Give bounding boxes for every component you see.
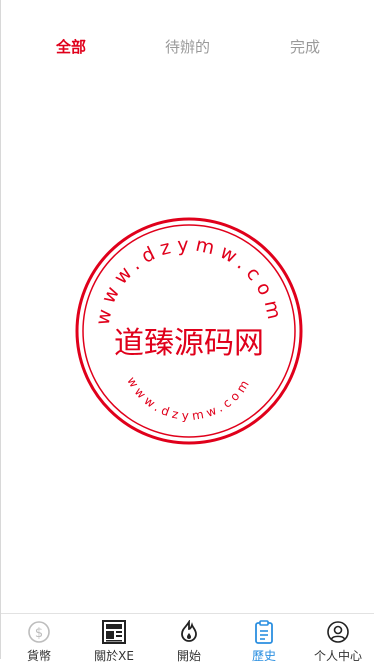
nav-about-label: 關於XE bbox=[94, 649, 134, 663]
stamp-center-text: 道臻源码网 bbox=[114, 326, 264, 361]
nav-currency[interactable]: $ 貨幣 bbox=[2, 620, 76, 665]
nav-profile[interactable]: 个人中心 bbox=[301, 620, 374, 665]
nav-profile-label: 个人中心 bbox=[313, 649, 362, 663]
stamp-ring-bottom-text: www.dzymw.com bbox=[124, 374, 254, 423]
stamp-ring-top-text: www.dzymw.com bbox=[92, 234, 287, 327]
dollar-circle-icon: $ bbox=[28, 621, 50, 643]
tab-done[interactable]: 完成 bbox=[290, 36, 320, 57]
clipboard-icon bbox=[255, 620, 273, 644]
nav-start-label: 開始 bbox=[176, 649, 201, 663]
nav-about[interactable]: 關於XE bbox=[77, 620, 151, 665]
bottom-nav: $ 貨幣 關於XE 開始 歷史 个人中心 bbox=[1, 613, 374, 663]
nav-currency-label: 貨幣 bbox=[26, 649, 51, 663]
order-tabs: 全部 待辦的 完成 bbox=[1, 0, 374, 90]
nav-start[interactable]: 開始 bbox=[152, 620, 226, 665]
tab-all[interactable]: 全部 bbox=[56, 36, 86, 57]
tab-pending[interactable]: 待辦的 bbox=[165, 36, 210, 57]
svg-text:$: $ bbox=[35, 626, 43, 641]
flame-icon bbox=[181, 620, 197, 642]
user-circle-icon bbox=[327, 621, 349, 643]
nav-history[interactable]: 歷史 bbox=[227, 620, 301, 665]
nav-history-label: 歷史 bbox=[251, 649, 276, 663]
watermark-stamp: www.dzymw.com 道臻源码网 www.dzymw.com bbox=[75, 217, 303, 445]
newspaper-icon bbox=[102, 620, 126, 644]
